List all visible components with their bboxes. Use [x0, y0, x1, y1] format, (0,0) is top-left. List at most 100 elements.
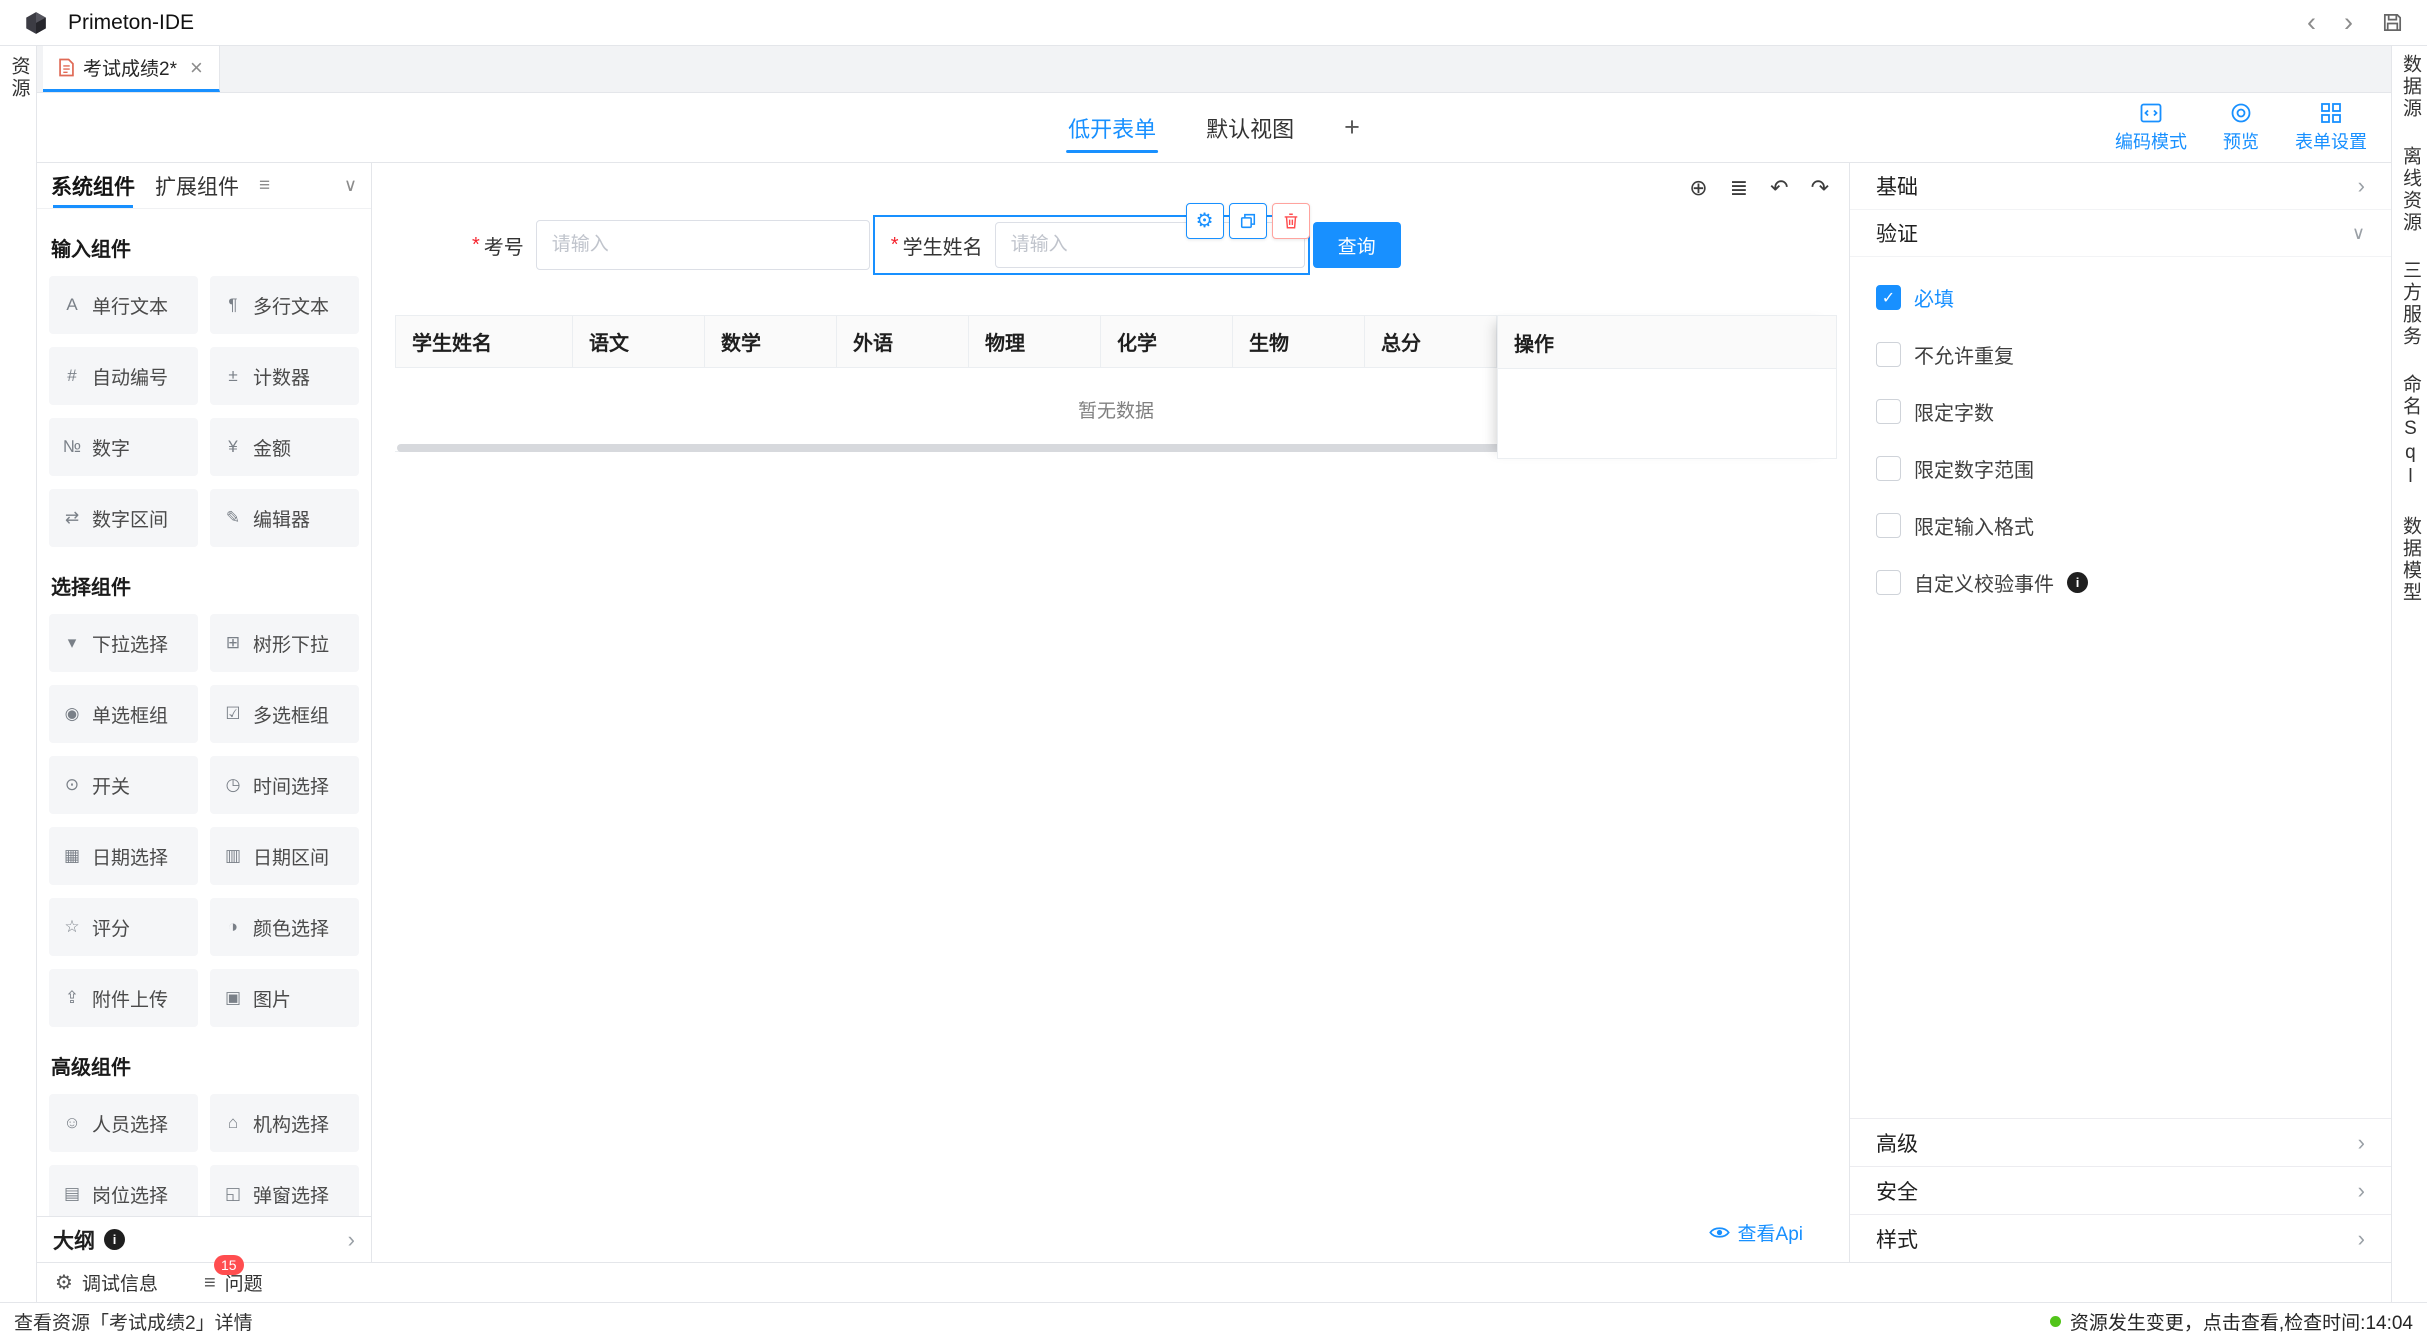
form-settings-label: 表单设置: [2295, 128, 2367, 154]
selected-field-student-name[interactable]: ⚙: [873, 215, 1310, 275]
palette-item[interactable]: ▤岗位选择: [49, 1165, 198, 1216]
palette-item[interactable]: ▥日期区间: [210, 827, 359, 885]
palette-item[interactable]: ⊞树形下拉: [210, 614, 359, 672]
palette-item[interactable]: ⌂机构选择: [210, 1094, 359, 1152]
palette-item[interactable]: ◷时间选择: [210, 756, 359, 814]
globe-icon[interactable]: ⊕: [1689, 177, 1707, 199]
palette-item[interactable]: ¶多行文本: [210, 276, 359, 334]
debug-info-button[interactable]: ⚙ 调试信息: [55, 1269, 158, 1296]
checkbox-custom-validation-event[interactable]: [1876, 570, 1901, 595]
rating-icon: ☆: [61, 917, 83, 937]
outline-bar[interactable]: 大纲 i ›: [37, 1216, 371, 1262]
history-forward-icon[interactable]: ›: [2344, 9, 2353, 36]
field-delete-button[interactable]: [1272, 203, 1310, 239]
rail-item-data-model[interactable]: 数据模型: [2399, 516, 2420, 604]
close-tab-icon[interactable]: ×: [190, 57, 203, 79]
palette-item[interactable]: ¥金额: [210, 418, 359, 476]
view-tab-low-code-form[interactable]: 低开表单: [1066, 93, 1158, 162]
checkbox-input-format-limit[interactable]: [1876, 513, 1901, 538]
validation-option-required[interactable]: ✓必填: [1876, 283, 2365, 312]
palette-item[interactable]: ✎编辑器: [210, 489, 359, 547]
palette-item[interactable]: ◑颜色选择: [210, 898, 359, 956]
radio-group-icon: ◉: [61, 704, 83, 724]
palette-item[interactable]: ☺人员选择: [49, 1094, 198, 1152]
rail-item-named-sql[interactable]: 命名Sql: [2399, 374, 2420, 490]
palette-item[interactable]: ⇄数字区间: [49, 489, 198, 547]
props-section-basic[interactable]: 基础 ›: [1850, 163, 2391, 210]
outline-list-icon[interactable]: ≣: [1730, 177, 1748, 199]
palette-sections[interactable]: 输入组件A单行文本¶多行文本#自动编号±计数器№数字¥金额⇄数字区间✎编辑器选择…: [37, 209, 371, 1216]
tab-system-components[interactable]: 系统组件: [51, 163, 135, 208]
palette-item[interactable]: ▣图片: [210, 969, 359, 1027]
props-section-style[interactable]: 样式›: [1850, 1214, 2391, 1262]
palette-item[interactable]: №数字: [49, 418, 198, 476]
validation-option-char-limit[interactable]: 限定字数: [1876, 397, 2365, 426]
rail-item-data-source[interactable]: 数据源: [2399, 54, 2420, 120]
validation-option-custom-validation-event[interactable]: 自定义校验事件i: [1876, 568, 2365, 597]
preview-label: 预览: [2223, 128, 2259, 154]
palette-item-label: 自动编号: [92, 363, 168, 390]
undo-icon[interactable]: ↶: [1770, 177, 1788, 199]
checkbox-char-limit[interactable]: [1876, 399, 1901, 424]
palette-menu-icon[interactable]: ≡: [259, 175, 270, 197]
palette-item[interactable]: ☑多选框组: [210, 685, 359, 743]
validation-option-input-format-limit[interactable]: 限定输入格式: [1876, 511, 2365, 540]
palette-item[interactable]: A单行文本: [49, 276, 198, 334]
checkbox-number-range-limit[interactable]: [1876, 456, 1901, 481]
validation-label: 限定数字范围: [1914, 454, 2034, 483]
search-button[interactable]: 查询: [1313, 222, 1401, 268]
field-settings-button[interactable]: ⚙: [1186, 203, 1224, 239]
props-section-validation[interactable]: 验证 ∨: [1850, 210, 2391, 257]
debug-info-label: 调试信息: [82, 1269, 158, 1296]
palette-header: 系统组件 扩展组件 ≡ ∨: [37, 163, 371, 209]
palette-collapse-icon[interactable]: ∨: [344, 175, 357, 196]
palette-item[interactable]: ±计数器: [210, 347, 359, 405]
props-section-label: 样式: [1876, 1224, 1918, 1254]
palette-item-label: 计数器: [253, 363, 310, 390]
exam-no-input[interactable]: [536, 220, 870, 270]
rail-item-offline-resources[interactable]: 离线资源: [2399, 146, 2420, 234]
history-back-icon[interactable]: ‹: [2307, 9, 2316, 36]
checkbox-no-duplicate[interactable]: [1876, 342, 1901, 367]
view-api-link[interactable]: 查看Api: [1709, 1219, 1803, 1246]
palette-item[interactable]: ▦日期选择: [49, 827, 198, 885]
palette-item[interactable]: ◉单选框组: [49, 685, 198, 743]
preview-icon: [2229, 101, 2253, 125]
form-settings-button[interactable]: 表单设置: [2295, 101, 2367, 154]
palette-item[interactable]: ◱弹窗选择: [210, 1165, 359, 1216]
props-section-advanced[interactable]: 高级›: [1850, 1118, 2391, 1166]
palette-item[interactable]: ⇪附件上传: [49, 969, 198, 1027]
save-icon[interactable]: [2381, 11, 2404, 34]
outline-expand-icon[interactable]: ›: [348, 1229, 355, 1251]
rail-item-resources[interactable]: 资源: [8, 56, 29, 100]
document-tab[interactable]: 考试成绩2* ×: [43, 46, 220, 92]
position-select-icon: ▤: [61, 1184, 83, 1204]
palette-item[interactable]: ▾下拉选择: [49, 614, 198, 672]
view-tab-default-view[interactable]: 默认视图: [1204, 93, 1296, 162]
field-copy-button[interactable]: [1229, 203, 1267, 239]
rail-item-third-party-services[interactable]: 三方服务: [2399, 260, 2420, 348]
palette-grid: ▾下拉选择⊞树形下拉◉单选框组☑多选框组⊙开关◷时间选择▦日期选择▥日期区间☆评…: [49, 614, 359, 1027]
status-right[interactable]: 资源发生变更，点击查看,检查时间:14:04: [2050, 1308, 2413, 1335]
status-left-text[interactable]: 查看资源「考试成绩2」详情: [14, 1308, 253, 1335]
palette-item-label: 弹窗选择: [253, 1181, 329, 1208]
palette-item[interactable]: ⊙开关: [49, 756, 198, 814]
redo-icon[interactable]: ↷: [1811, 177, 1829, 199]
checkbox-required[interactable]: ✓: [1876, 285, 1901, 310]
props-section-security[interactable]: 安全›: [1850, 1166, 2391, 1214]
debug-bar: ⚙ 调试信息 ≡ 问题 15: [37, 1262, 2391, 1302]
validation-label: 限定输入格式: [1914, 511, 2034, 540]
view-tab-add-view[interactable]: +: [1342, 93, 1362, 162]
validation-option-no-duplicate[interactable]: 不允许重复: [1876, 340, 2365, 369]
code-mode-button[interactable]: 编码模式: [2115, 101, 2187, 154]
table-column-header: 总分: [1365, 315, 1497, 368]
form-canvas: ⊕≣↶↷ * 考号 ⚙: [372, 163, 1849, 1262]
document-tab-title: 考试成绩2*: [83, 54, 177, 81]
validation-label: 自定义校验事件: [1914, 568, 2054, 597]
palette-item[interactable]: ☆评分: [49, 898, 198, 956]
problems-button[interactable]: ≡ 问题 15: [204, 1269, 263, 1296]
palette-item[interactable]: #自动编号: [49, 347, 198, 405]
preview-button[interactable]: 预览: [2223, 101, 2259, 154]
validation-option-number-range-limit[interactable]: 限定数字范围: [1876, 454, 2365, 483]
tab-extension-components[interactable]: 扩展组件: [155, 163, 239, 208]
